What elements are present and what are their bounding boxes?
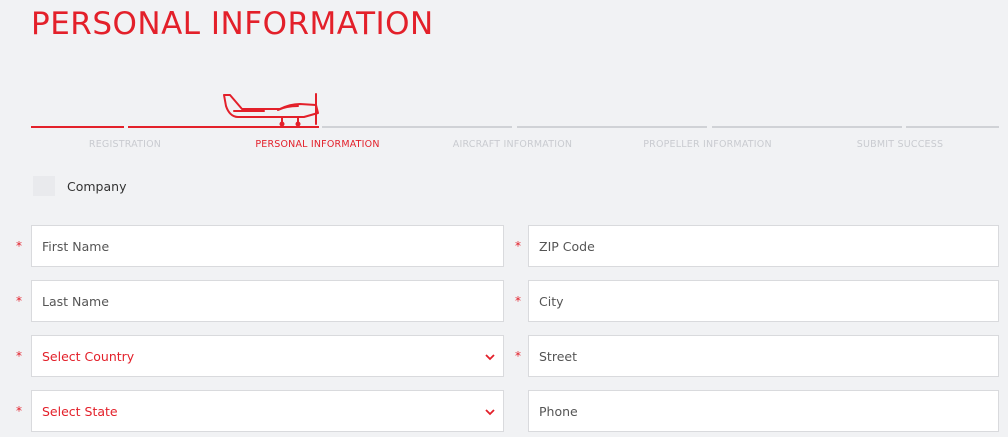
chevron-down-icon	[485, 409, 495, 416]
required-mark: *	[16, 239, 22, 253]
required-mark: *	[16, 404, 22, 418]
phone-input[interactable]: Phone	[528, 390, 999, 432]
last-name-input[interactable]: Last Name	[31, 280, 504, 322]
step-personal-information: PERSONAL INFORMATION	[255, 139, 380, 150]
chevron-down-icon	[485, 354, 495, 361]
company-checkbox-label: Company	[67, 179, 127, 194]
progress-segment-propeller-information	[517, 126, 707, 128]
country-select-value: Select Country	[42, 349, 135, 364]
step-aircraft-information: AIRCRAFT INFORMATION	[452, 139, 573, 150]
state-select-value: Select State	[42, 404, 118, 419]
state-select[interactable]: Select State	[31, 390, 504, 432]
required-mark: *	[16, 294, 22, 308]
required-mark: *	[515, 239, 521, 253]
personal-information-page: PERSONAL INFORMATION REGISTRATION PERSON…	[0, 0, 1008, 437]
step-registration: REGISTRATION	[88, 139, 162, 150]
city-input[interactable]: City	[528, 280, 999, 322]
airplane-icon	[223, 93, 319, 127]
street-input[interactable]: Street	[528, 335, 999, 377]
page-title: PERSONAL INFORMATION	[31, 6, 434, 42]
progress-segment-submit-b	[906, 126, 999, 128]
step-submit-success: SUBMIT SUCCESS	[856, 139, 944, 150]
country-select[interactable]: Select Country	[31, 335, 504, 377]
required-mark: *	[515, 294, 521, 308]
progress-segment-submit-a	[712, 126, 902, 128]
first-name-input[interactable]: First Name	[31, 225, 504, 267]
required-mark: *	[515, 349, 521, 363]
required-mark: *	[16, 349, 22, 363]
company-checkbox[interactable]	[33, 176, 55, 196]
zip-code-input[interactable]: ZIP Code	[528, 225, 999, 267]
progress-segment-registration	[31, 126, 124, 128]
step-propeller-information: PROPELLER INFORMATION	[643, 139, 772, 150]
progress-segment-aircraft-information	[322, 126, 512, 128]
